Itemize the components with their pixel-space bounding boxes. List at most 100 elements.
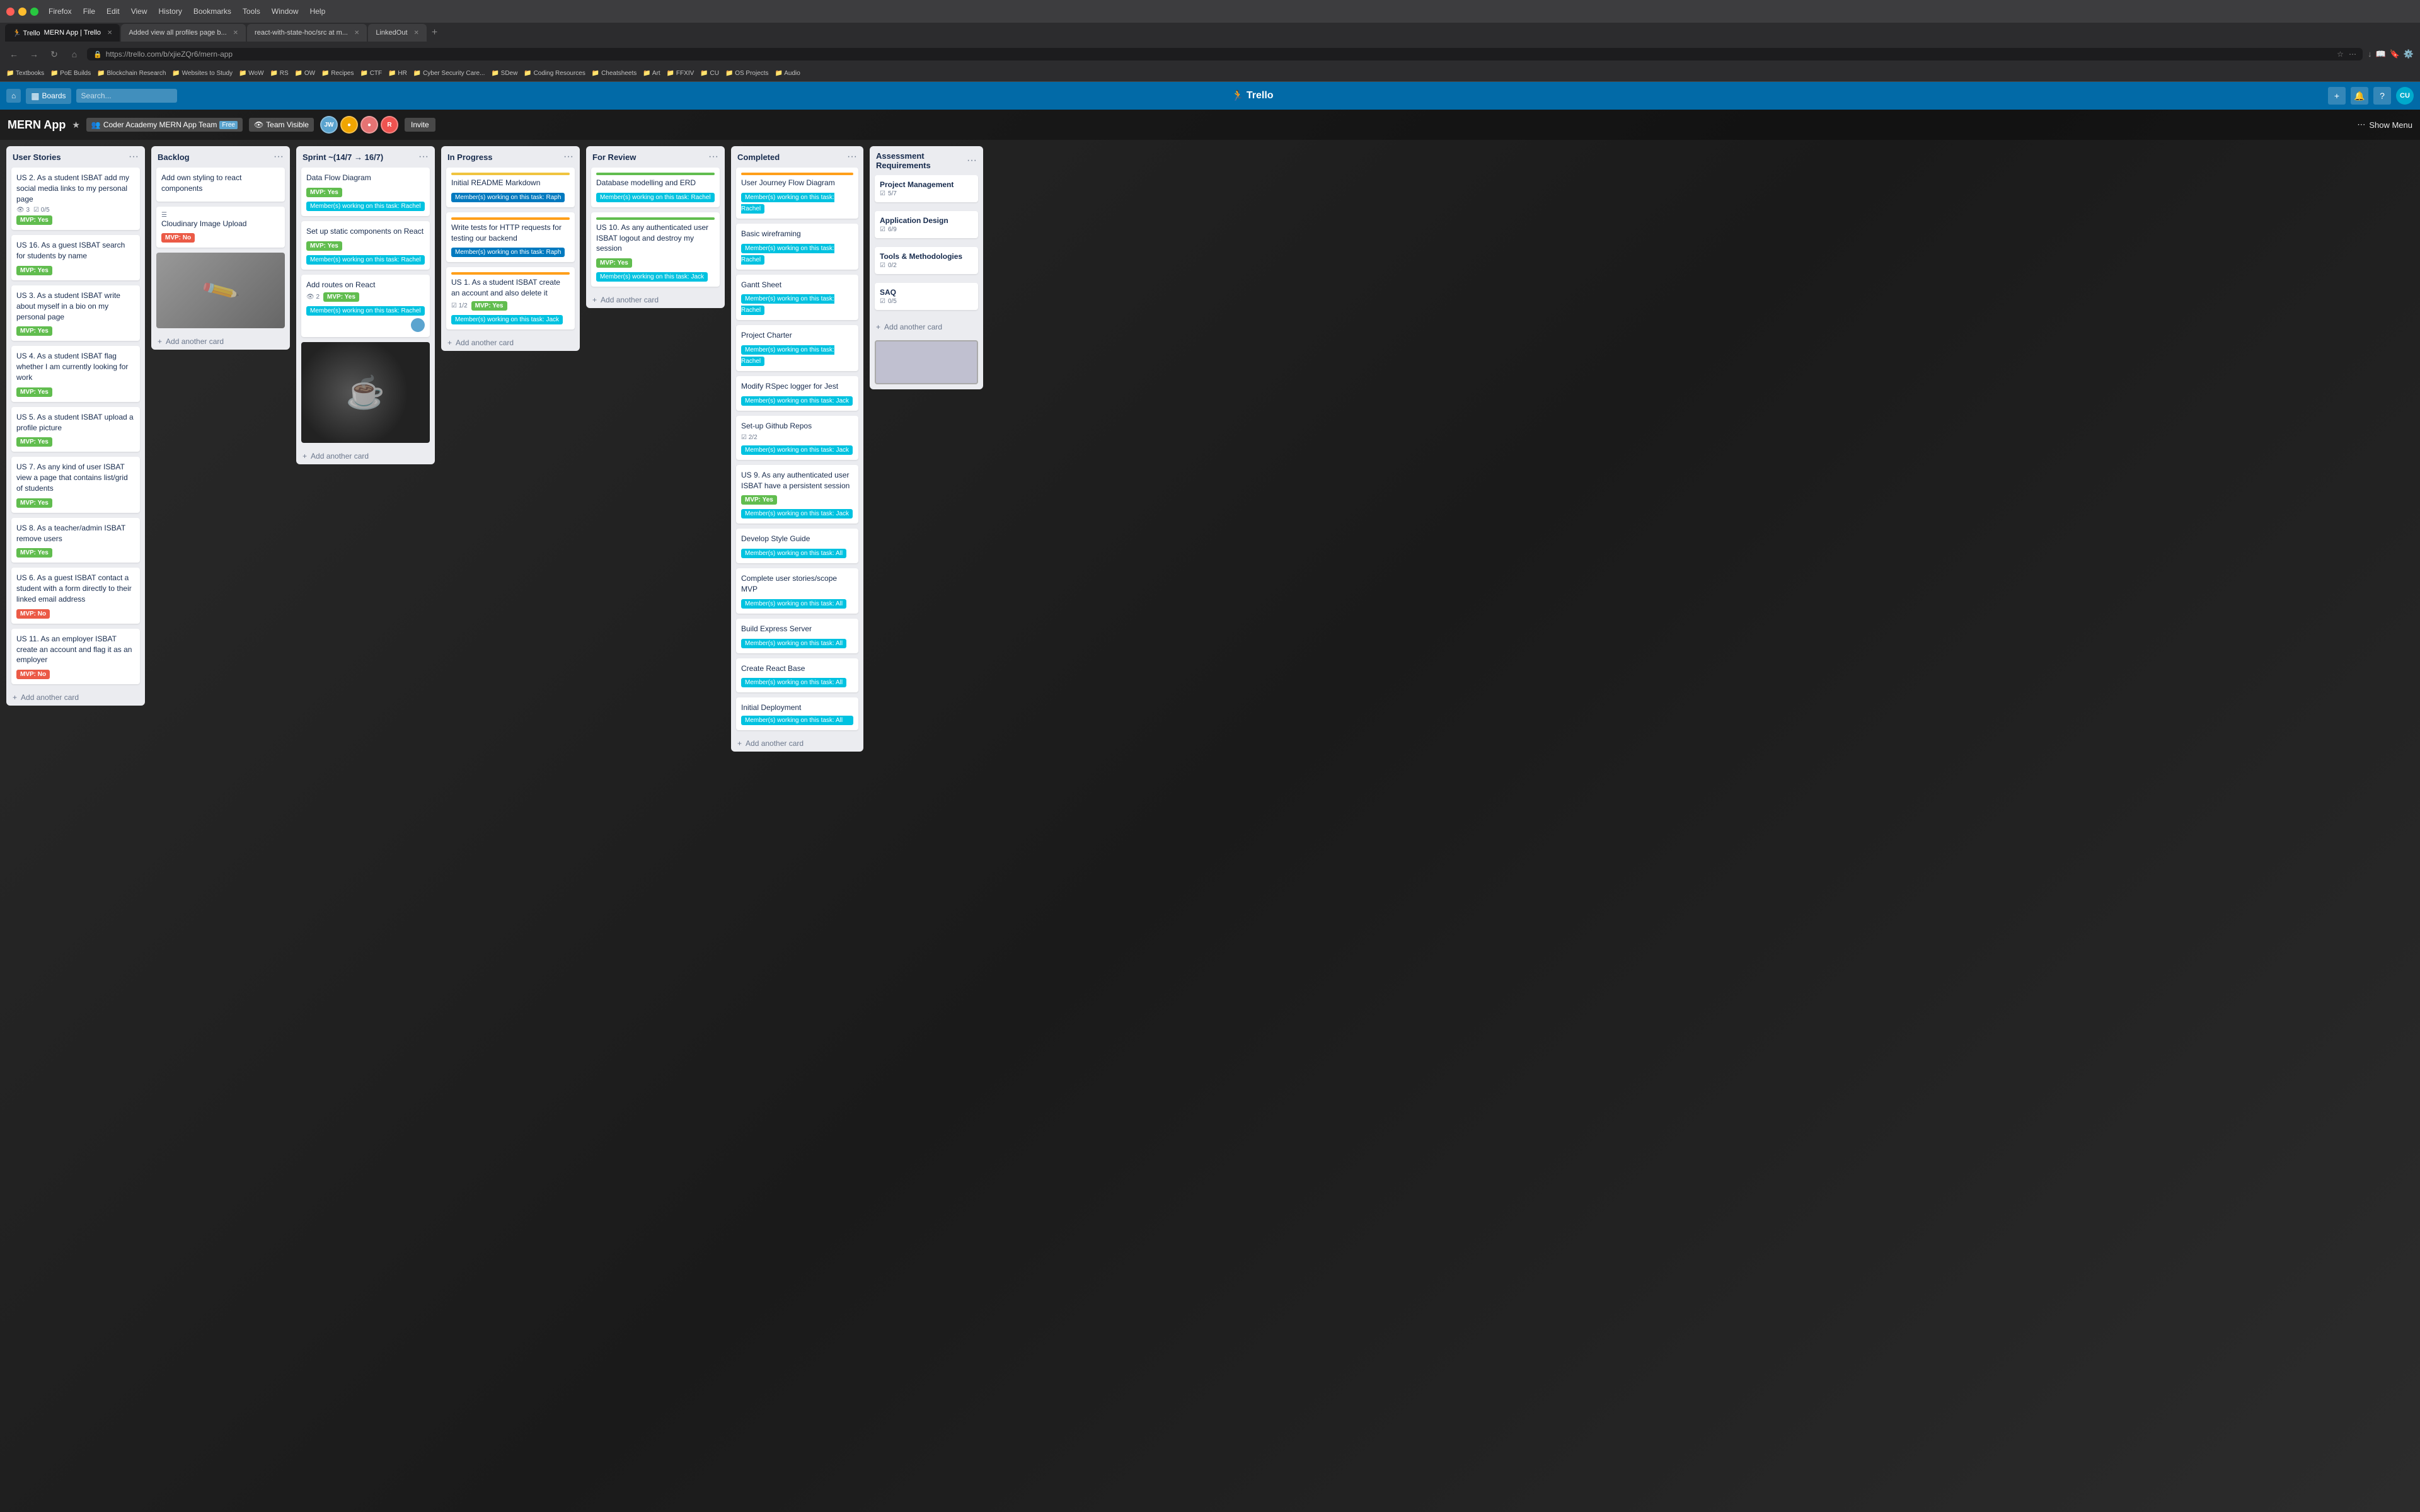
card-add-routes[interactable]: Add routes on React 👁 2 MVP: Yes Member(… <box>301 275 430 338</box>
bookmark-sdew[interactable]: 📁 SDew <box>491 70 517 77</box>
visibility-button[interactable]: 👁 Team Visible <box>249 118 314 132</box>
card-us9[interactable]: US 9. As any authenticated user ISBAT ha… <box>736 465 858 524</box>
tab-profiles[interactable]: Added view all profiles page b... ✕ <box>121 24 246 42</box>
notifications-button[interactable]: 🔔 <box>2351 87 2368 105</box>
add-button[interactable]: + <box>2328 87 2346 105</box>
member-avatar-3[interactable]: ● <box>360 116 378 134</box>
card-us5[interactable]: US 5. As a student ISBAT upload a profil… <box>11 407 140 452</box>
add-card-for-review[interactable]: + Add another card <box>586 292 725 308</box>
tab-close-icon-4[interactable]: ✕ <box>414 30 419 37</box>
fullscreen-button[interactable] <box>30 8 38 16</box>
column-assessment-menu[interactable]: ··· <box>967 155 977 166</box>
menu-file[interactable]: File <box>83 7 95 16</box>
assessment-tools[interactable]: Tools & Methodologies ☑ 0/2 <box>875 247 978 274</box>
bookmark-ff[interactable]: 📁 FFXIV <box>667 70 694 77</box>
card-db-model[interactable]: Database modelling and ERD Member(s) wor… <box>591 168 720 207</box>
member-avatar-2[interactable]: ● <box>340 116 358 134</box>
bookmark-hr[interactable]: 📁 HR <box>388 70 407 77</box>
bookmark-cyber[interactable]: 📁 Cyber Security Care... <box>413 70 485 77</box>
add-card-assessment[interactable]: + Add another card <box>870 319 983 335</box>
card-us16[interactable]: US 16. As a guest ISBAT search for stude… <box>11 235 140 280</box>
add-card-backlog[interactable]: + Add another card <box>151 333 290 350</box>
board-star-icon[interactable]: ★ <box>72 120 80 130</box>
card-http-tests[interactable]: Write tests for HTTP requests for testin… <box>446 212 575 263</box>
card-us1[interactable]: US 1. As a student ISBAT create an accou… <box>446 267 575 329</box>
tab-close-icon-2[interactable]: ✕ <box>233 30 238 37</box>
column-for-review-menu[interactable]: ··· <box>708 151 718 163</box>
assessment-saq[interactable]: SAQ ☑ 0/5 <box>875 283 978 310</box>
user-avatar[interactable]: CU <box>2396 87 2414 105</box>
add-card-user-stories[interactable]: + Add another card <box>6 689 145 706</box>
card-github[interactable]: Set-up Github Repos ☑ 2/2 Member(s) work… <box>736 416 858 460</box>
column-backlog-menu[interactable]: ··· <box>274 151 284 163</box>
boards-nav-button[interactable]: ▦ Boards <box>26 88 71 104</box>
column-completed-menu[interactable]: ··· <box>847 151 857 163</box>
tab-trello[interactable]: 🏃 Trello MERN App | Trello ✕ <box>5 24 120 42</box>
card-deployment[interactable]: Initial Deployment Member(s) working on … <box>736 697 858 730</box>
menu-tools[interactable]: Tools <box>243 7 260 16</box>
column-sprint-menu[interactable]: ··· <box>418 151 429 163</box>
forward-button[interactable]: → <box>26 49 42 59</box>
card-wireframing[interactable]: Basic wireframing Member(s) working on t… <box>736 224 858 270</box>
add-card-completed[interactable]: + Add another card <box>731 735 863 752</box>
tab-close-icon-3[interactable]: ✕ <box>354 30 359 37</box>
tab-react[interactable]: react-with-state-hoc/src at m... ✕ <box>247 24 367 42</box>
add-card-sprint[interactable]: + Add another card <box>296 448 435 464</box>
card-us6[interactable]: US 6. As a guest ISBAT contact a student… <box>11 568 140 623</box>
url-bar[interactable]: 🔒 https://trello.com/b/xjieZQr6/mern-app… <box>87 48 2363 60</box>
card-user-journey[interactable]: User Journey Flow Diagram Member(s) work… <box>736 168 858 219</box>
add-card-in-progress[interactable]: + Add another card <box>441 335 580 351</box>
bookmark-textbooks[interactable]: 📁 Textbooks <box>6 70 44 77</box>
team-visibility-button[interactable]: 👥 Coder Academy MERN App Team Free <box>86 118 243 132</box>
home-nav-button[interactable]: ⌂ <box>6 89 21 103</box>
card-us11[interactable]: US 11. As an employer ISBAT create an ac… <box>11 629 140 684</box>
invite-button[interactable]: Invite <box>405 118 435 132</box>
bookmark-recipes[interactable]: 📁 Recipes <box>321 70 354 77</box>
card-express[interactable]: Build Express Server Member(s) working o… <box>736 619 858 653</box>
member-avatar-jw[interactable]: JW <box>320 116 338 134</box>
menu-window[interactable]: Window <box>272 7 299 16</box>
bookmark-coding[interactable]: 📁 Coding Resources <box>524 70 585 77</box>
bookmark-art[interactable]: 📁 Art <box>643 70 660 77</box>
bookmark-wow[interactable]: 📁 WoW <box>239 70 264 77</box>
card-us4[interactable]: US 4. As a student ISBAT flag whether I … <box>11 346 140 401</box>
menu-view[interactable]: View <box>131 7 147 16</box>
search-input[interactable] <box>76 89 177 103</box>
menu-history[interactable]: History <box>159 7 182 16</box>
card-us8[interactable]: US 8. As a teacher/admin ISBAT remove us… <box>11 518 140 563</box>
card-us2[interactable]: US 2. As a student ISBAT add my social m… <box>11 168 140 230</box>
column-in-progress-menu[interactable]: ··· <box>563 151 573 163</box>
info-button[interactable]: ? <box>2373 87 2391 105</box>
assessment-project-mgmt[interactable]: Project Management ☑ 5/7 <box>875 175 978 202</box>
close-button[interactable] <box>6 8 14 16</box>
minimize-button[interactable] <box>18 8 26 16</box>
bookmark-rs[interactable]: 📁 RS <box>270 70 289 77</box>
new-tab-button[interactable]: + <box>428 27 441 38</box>
back-button[interactable]: ← <box>6 49 21 59</box>
column-user-stories-menu[interactable]: ··· <box>129 151 139 163</box>
assessment-app-design[interactable]: Application Design ☑ 6/9 <box>875 211 978 238</box>
show-menu-area[interactable]: ⋯ Show Menu <box>2357 120 2412 130</box>
bookmark-ctf[interactable]: 📁 CTF <box>360 70 382 77</box>
bookmark-os[interactable]: 📁 OS Projects <box>725 70 769 77</box>
card-static-components[interactable]: Set up static components on React MVP: Y… <box>301 221 430 270</box>
card-project-charter[interactable]: Project Charter Member(s) working on thi… <box>736 325 858 371</box>
card-us10[interactable]: US 10. As any authenticated user ISBAT l… <box>591 212 720 287</box>
home-button[interactable]: ⌂ <box>67 49 82 59</box>
card-add-styling[interactable]: Add own styling to react components <box>156 168 285 202</box>
member-avatar-r[interactable]: R <box>381 116 398 134</box>
menu-help[interactable]: Help <box>310 7 326 16</box>
card-react-base[interactable]: Create React Base Member(s) working on t… <box>736 658 858 693</box>
bookmark-cheat[interactable]: 📁 Cheatsheets <box>592 70 637 77</box>
menu-firefox[interactable]: Firefox <box>49 7 72 16</box>
card-readme[interactable]: Initial README Markdown Member(s) workin… <box>446 168 575 207</box>
card-gantt[interactable]: Gantt Sheet Member(s) working on this ta… <box>736 275 858 321</box>
tab-linkedout[interactable]: LinkedOut ✕ <box>368 24 427 42</box>
card-rspec[interactable]: Modify RSpec logger for Jest Member(s) w… <box>736 376 858 411</box>
menu-edit[interactable]: Edit <box>107 7 120 16</box>
menu-bookmarks[interactable]: Bookmarks <box>193 7 231 16</box>
refresh-button[interactable]: ↻ <box>47 49 62 60</box>
bookmark-audio[interactable]: 📁 Audio <box>775 70 800 77</box>
card-cloudinary[interactable]: ☰ Cloudinary Image Upload MVP: No <box>156 207 285 248</box>
card-style-guide[interactable]: Develop Style Guide Member(s) working on… <box>736 529 858 563</box>
